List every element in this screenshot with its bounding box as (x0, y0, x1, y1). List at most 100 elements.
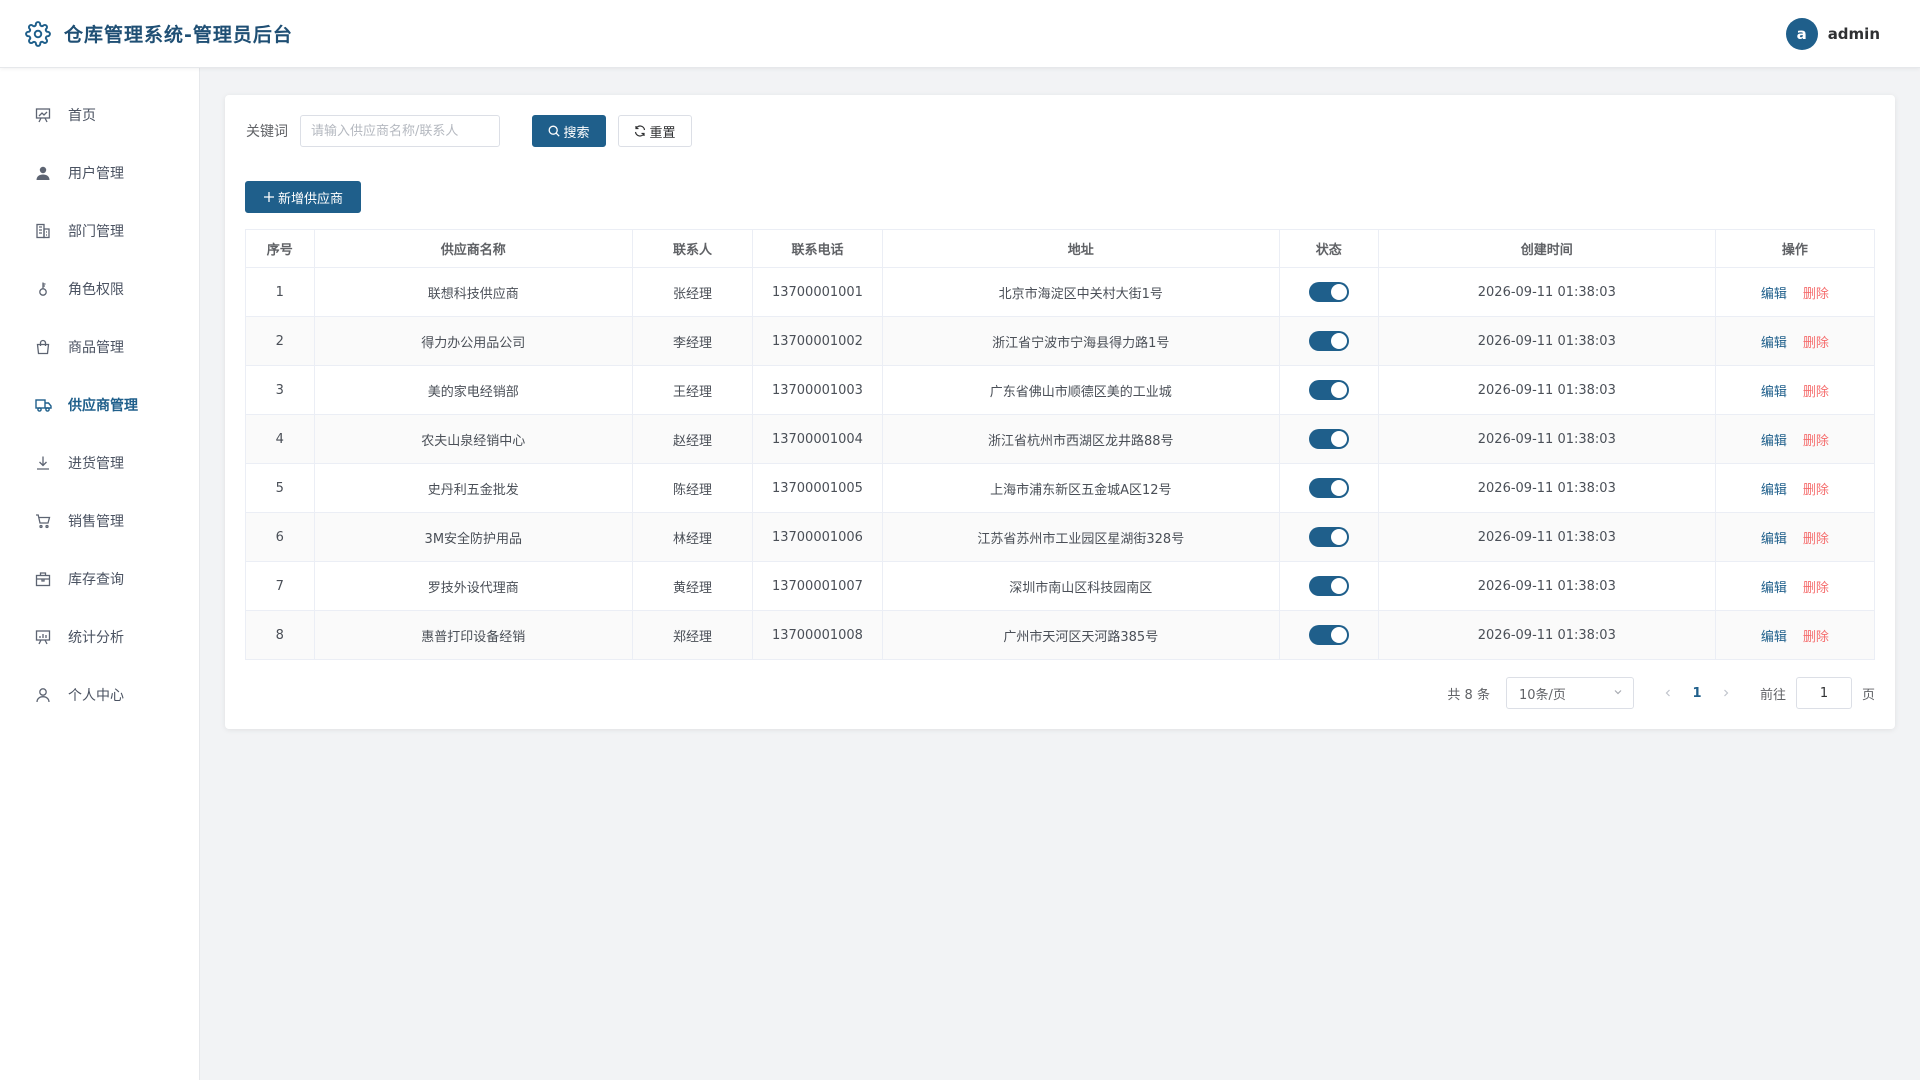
supplier-table: 序号 供应商名称 联系人 联系电话 地址 状态 创建时间 操作 1 联想科技供应… (245, 229, 1876, 660)
cell-index: 8 (245, 610, 315, 660)
cell-index: 4 (245, 414, 315, 464)
cell-phone: 13700001008 (752, 610, 883, 660)
person-outline-icon (34, 686, 52, 704)
cell-created: 2026-09-11 01:38:03 (1377, 512, 1716, 562)
sidebar-item-products[interactable]: 商品管理 (0, 318, 199, 376)
column-header: 状态 (1278, 229, 1379, 268)
table-row: 8 惠普打印设备经销 郑经理 13700001008 广州市天河区天河路385号… (245, 610, 1876, 660)
cell-address: 深圳市南山区科技园南区 (881, 561, 1280, 611)
cell-name: 得力办公用品公司 (313, 316, 634, 366)
cell-actions: 编辑 删除 (1714, 267, 1876, 317)
status-toggle[interactable] (1308, 380, 1349, 400)
edit-link[interactable]: 编辑 (1761, 287, 1787, 302)
sidebar-item-home[interactable]: 首页 (0, 86, 199, 144)
top-header: 仓库管理系统-管理员后台 a admin (0, 0, 1920, 68)
cell-index: 3 (245, 365, 315, 415)
cell-phone: 13700001002 (752, 316, 883, 366)
delete-link[interactable]: 删除 (1803, 434, 1829, 449)
cell-name: 联想科技供应商 (313, 267, 634, 317)
cell-status (1278, 512, 1379, 562)
column-header: 地址 (881, 229, 1280, 268)
chevron-down-icon (1613, 686, 1623, 701)
gear-icon (24, 20, 52, 48)
cell-address: 上海市浦东新区五金城A区12号 (881, 463, 1280, 513)
delete-link[interactable]: 删除 (1803, 287, 1829, 302)
edit-link[interactable]: 编辑 (1761, 434, 1787, 449)
toggle-knob (1330, 529, 1347, 545)
table-row: 5 史丹利五金批发 陈经理 13700001005 上海市浦东新区五金城A区12… (245, 463, 1876, 513)
cell-phone: 13700001005 (752, 463, 883, 513)
edit-link[interactable]: 编辑 (1761, 483, 1787, 498)
sidebar-item-label: 首页 (68, 108, 96, 124)
cell-address: 浙江省宁波市宁海县得力路1号 (881, 316, 1280, 366)
cell-address: 广州市天河区天河路385号 (881, 610, 1280, 660)
sidebar-item-label: 角色权限 (68, 282, 124, 298)
column-header: 创建时间 (1377, 229, 1716, 268)
cell-status (1278, 414, 1379, 464)
delete-link[interactable]: 删除 (1803, 581, 1829, 596)
delete-link[interactable]: 删除 (1803, 483, 1829, 498)
cell-phone: 13700001004 (752, 414, 883, 464)
search-icon (548, 125, 561, 137)
column-header: 供应商名称 (313, 229, 634, 268)
reset-button[interactable]: 重置 (618, 115, 692, 147)
presentation-chart-icon (34, 106, 52, 124)
sidebar-item-suppliers[interactable]: 供应商管理 (0, 376, 199, 434)
search-button[interactable]: 搜索 (532, 115, 606, 147)
status-toggle[interactable] (1308, 576, 1349, 596)
table-row: 6 3M安全防护用品 林经理 13700001006 江苏省苏州市工业园区星湖街… (245, 512, 1876, 562)
user-menu[interactable]: a admin (1785, 18, 1880, 50)
goto-page-input[interactable] (1795, 677, 1852, 709)
sidebar-item-roles[interactable]: 角色权限 (0, 260, 199, 318)
sidebar-item-purchases[interactable]: 进货管理 (0, 434, 199, 492)
status-toggle[interactable] (1308, 429, 1349, 449)
page-number-current[interactable]: 1 (1680, 686, 1714, 701)
username[interactable]: admin (1828, 25, 1880, 43)
status-toggle[interactable] (1308, 527, 1349, 547)
add-supplier-button[interactable]: 新增供应商 (245, 181, 361, 213)
toggle-knob (1330, 578, 1347, 594)
prev-page-button[interactable] (1656, 688, 1680, 698)
sidebar-item-label: 个人中心 (68, 688, 124, 704)
goto-label: 前往 (1759, 687, 1786, 703)
sidebar-item-profile[interactable]: 个人中心 (0, 666, 199, 724)
page-size-select[interactable]: 10条/页 (1505, 677, 1634, 709)
cell-actions: 编辑 删除 (1714, 414, 1876, 464)
status-toggle[interactable] (1308, 625, 1349, 645)
sidebar-item-departments[interactable]: 部门管理 (0, 202, 199, 260)
pagination-total: 共 8 条 (1447, 687, 1490, 703)
status-toggle[interactable] (1308, 282, 1349, 302)
toggle-knob (1330, 627, 1347, 643)
sidebar-item-sales[interactable]: 销售管理 (0, 492, 199, 550)
edit-link[interactable]: 编辑 (1761, 630, 1787, 645)
cell-index: 2 (245, 316, 315, 366)
status-toggle[interactable] (1308, 331, 1349, 351)
avatar[interactable]: a (1785, 18, 1818, 50)
sidebar-item-inventory[interactable]: 库存查询 (0, 550, 199, 608)
edit-link[interactable]: 编辑 (1761, 581, 1787, 596)
sidebar-item-statistics[interactable]: 统计分析 (0, 608, 199, 666)
table-row: 2 得力办公用品公司 李经理 13700001002 浙江省宁波市宁海县得力路1… (245, 316, 1876, 366)
delete-link[interactable]: 删除 (1803, 336, 1829, 351)
cart-icon (34, 512, 52, 530)
edit-link[interactable]: 编辑 (1761, 336, 1787, 351)
table-row: 7 罗技外设代理商 黄经理 13700001007 深圳市南山区科技园南区 20… (245, 561, 1876, 611)
cell-created: 2026-09-11 01:38:03 (1377, 610, 1716, 660)
cell-actions: 编辑 删除 (1714, 463, 1876, 513)
delete-link[interactable]: 删除 (1803, 630, 1829, 645)
sidebar-item-label: 销售管理 (68, 514, 124, 530)
delete-link[interactable]: 删除 (1803, 385, 1829, 400)
delete-link[interactable]: 删除 (1803, 532, 1829, 547)
cell-created: 2026-09-11 01:38:03 (1377, 561, 1716, 611)
cell-address: 浙江省杭州市西湖区龙井路88号 (881, 414, 1280, 464)
edit-link[interactable]: 编辑 (1761, 532, 1787, 547)
user-icon (34, 164, 52, 182)
keyword-input[interactable] (300, 115, 500, 147)
cell-address: 江苏省苏州市工业园区星湖街328号 (881, 512, 1280, 562)
cell-index: 5 (245, 463, 315, 513)
status-toggle[interactable] (1308, 478, 1349, 498)
sidebar-item-label: 供应商管理 (68, 398, 138, 414)
edit-link[interactable]: 编辑 (1761, 385, 1787, 400)
sidebar-item-users[interactable]: 用户管理 (0, 144, 199, 202)
next-page-button[interactable] (1714, 688, 1738, 698)
